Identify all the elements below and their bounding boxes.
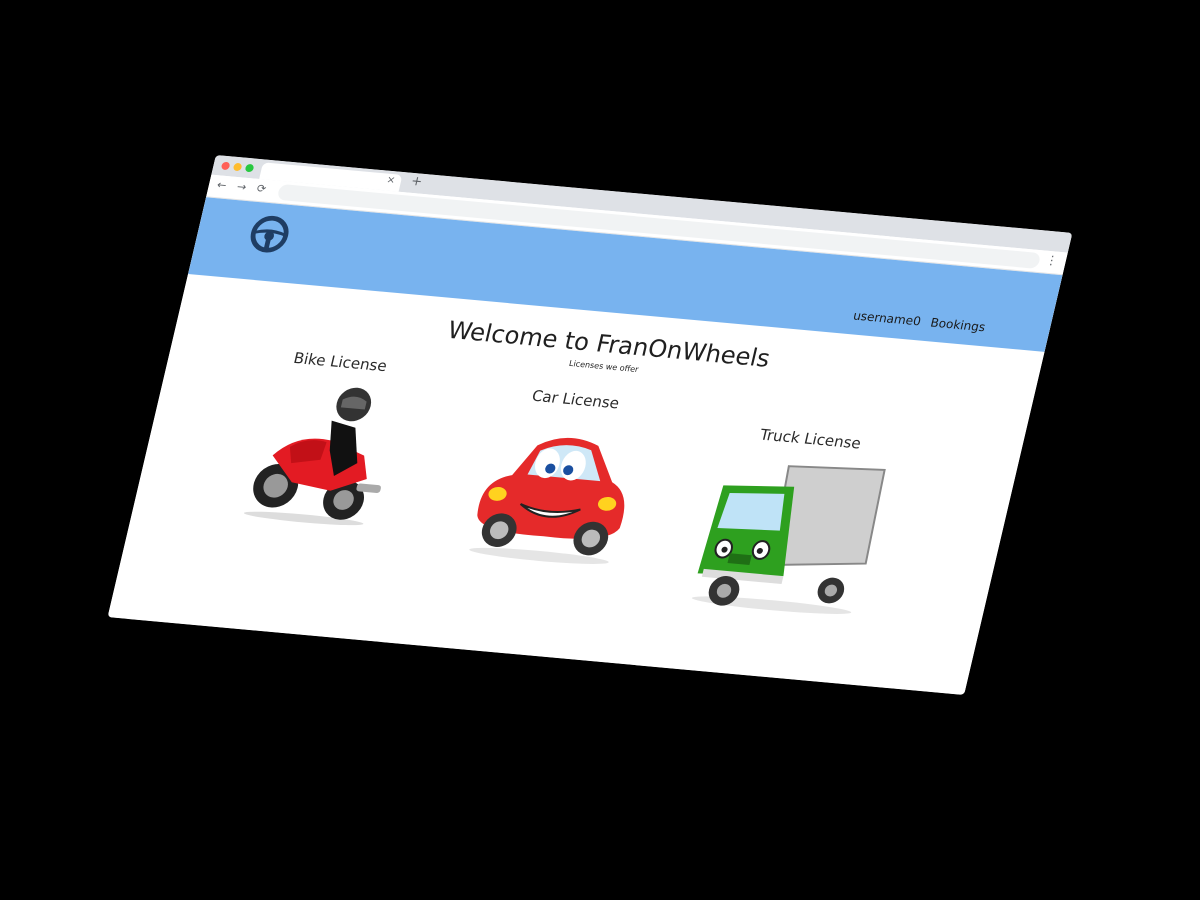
window-controls xyxy=(220,161,255,173)
new-tab-button[interactable]: + xyxy=(409,174,423,190)
back-icon[interactable]: ← xyxy=(216,178,228,192)
license-card-car[interactable]: Car License xyxy=(436,382,677,579)
reload-icon[interactable]: ⟳ xyxy=(255,182,267,196)
nav-link-bookings[interactable]: Bookings xyxy=(929,316,987,335)
tab-close-icon[interactable]: × xyxy=(385,175,396,187)
browser-window: × + ← → ⟳ ⋮ username0 Bookings Welcome t… xyxy=(107,154,1073,696)
steering-wheel-icon[interactable] xyxy=(246,214,293,255)
motorbike-image xyxy=(243,387,381,526)
nav-link-username[interactable]: username0 xyxy=(852,309,923,329)
forward-icon[interactable]: → xyxy=(236,180,248,194)
car-image xyxy=(469,437,625,564)
close-window-button[interactable] xyxy=(220,161,231,171)
screenshot-stage: × + ← → ⟳ ⋮ username0 Bookings Welcome t… xyxy=(0,0,1200,900)
browser-menu-icon[interactable]: ⋮ xyxy=(1044,253,1059,268)
minimize-window-button[interactable] xyxy=(232,162,243,172)
license-card-truck[interactable]: Truck License xyxy=(669,421,912,628)
license-card-bike[interactable]: Bike License xyxy=(201,344,442,541)
truck-image xyxy=(691,465,886,614)
maximize-window-button[interactable] xyxy=(244,163,255,173)
nav-links: username0 Bookings xyxy=(852,309,987,335)
web-page: username0 Bookings Welcome to FranOnWhee… xyxy=(107,197,1063,696)
